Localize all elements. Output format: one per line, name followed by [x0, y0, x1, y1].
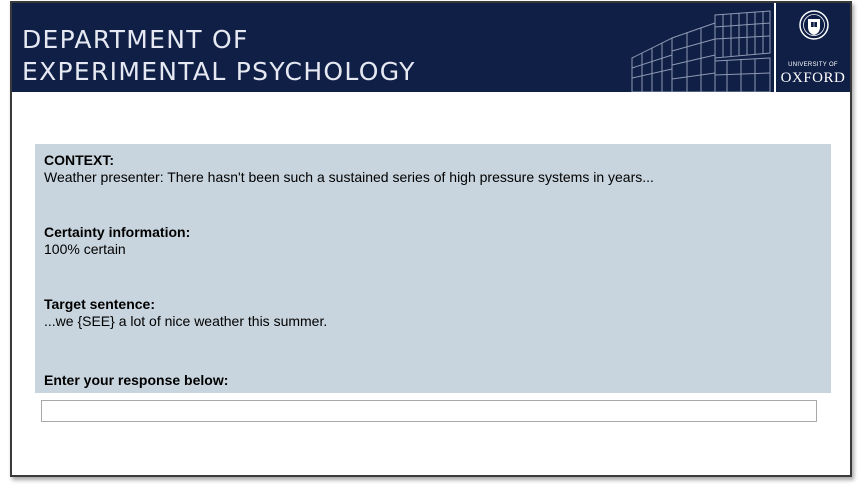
target-label: Target sentence: [44, 296, 155, 312]
response-prompt: Enter your response below: [44, 372, 229, 388]
response-input[interactable] [41, 400, 817, 422]
target-block: Target sentence: ...we {SEE} a lot of ni… [44, 296, 327, 330]
logo-university-of-text: UNIVERSITY OF [788, 62, 838, 68]
context-label: CONTEXT: [44, 152, 114, 168]
target-text: ...we {SEE} a lot of nice weather this s… [44, 313, 328, 329]
oxford-logo: UNIVERSITY OF OXFORD [774, 3, 850, 92]
building-illustration-icon [631, 10, 771, 92]
trial-panel: CONTEXT: Weather presenter: There hasn't… [35, 144, 831, 393]
context-text: Weather presenter: There hasn't been suc… [44, 169, 654, 185]
department-header: DEPARTMENT OF EXPERIMENTAL PSYCHOLOGY UN… [12, 3, 850, 92]
experiment-window: DEPARTMENT OF EXPERIMENTAL PSYCHOLOGY UN… [10, 1, 852, 477]
certainty-label: Certainty information: [44, 224, 191, 240]
department-title: DEPARTMENT OF EXPERIMENTAL PSYCHOLOGY [22, 24, 416, 88]
logo-oxford-text: OXFORD [780, 70, 846, 86]
department-title-line1: DEPARTMENT OF [22, 25, 249, 54]
university-crest-icon [799, 10, 829, 40]
certainty-text: 100% certain [44, 241, 126, 257]
department-title-line2: EXPERIMENTAL PSYCHOLOGY [22, 57, 416, 86]
context-block: CONTEXT: Weather presenter: There hasn't… [44, 152, 654, 186]
certainty-block: Certainty information: 100% certain [44, 224, 190, 258]
